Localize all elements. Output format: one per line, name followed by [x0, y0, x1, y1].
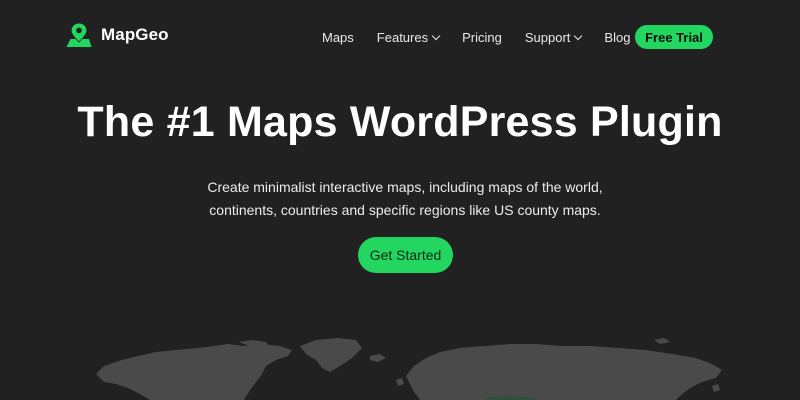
free-trial-button[interactable]: Free Trial — [635, 25, 713, 49]
hero-title: The #1 Maps WordPress Plugin — [77, 98, 723, 146]
get-started-button[interactable]: Get Started — [358, 237, 453, 273]
brand-name: MapGeo — [101, 25, 169, 44]
hero-subtitle-line: Create minimalist interactive maps, incl… — [207, 179, 603, 195]
hero-subtitle: Create minimalist interactive maps, incl… — [180, 176, 630, 222]
map-pin-icon — [66, 23, 92, 47]
nav-item-features[interactable]: Features — [376, 29, 441, 45]
main-nav: Maps Features Pricing Support Blog — [322, 25, 653, 49]
chevron-down-icon — [574, 31, 583, 40]
nav-item-label: Maps — [322, 29, 354, 45]
nav-item-maps[interactable]: Maps — [322, 30, 354, 45]
nav-item-label: Blog — [604, 29, 631, 45]
nav-item-label: Support — [524, 29, 571, 45]
nav-item-label: Pricing — [462, 29, 502, 45]
world-map-illustration — [96, 338, 722, 400]
nav-item-pricing[interactable]: Pricing — [462, 30, 502, 45]
site-header: MapGeo Maps Features Pricing Support Blo… — [0, 0, 800, 74]
nav-item-support[interactable]: Support — [524, 29, 583, 45]
logo-link[interactable]: MapGeo — [66, 22, 169, 48]
chevron-down-icon — [431, 31, 441, 40]
nav-item-blog[interactable]: Blog — [604, 30, 630, 45]
nav-item-label: Features — [376, 29, 429, 45]
page: MapGeo Maps Features Pricing Support Blo… — [0, 0, 800, 400]
hero-subtitle-line: continents, countries and specific regio… — [209, 202, 601, 218]
